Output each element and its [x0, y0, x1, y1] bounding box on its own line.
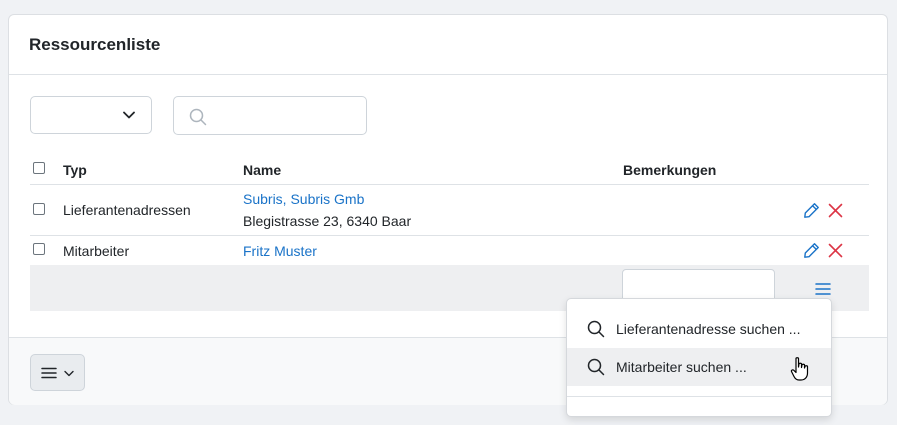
card-header: Ressourcenliste	[9, 15, 887, 75]
column-header-bemerkungen: Bemerkungen	[623, 162, 717, 178]
actions-menu-button[interactable]	[30, 354, 85, 391]
edit-icon[interactable]	[803, 242, 820, 259]
select-all-checkbox[interactable]	[33, 162, 45, 174]
column-header-name: Name	[243, 162, 282, 178]
dropdown-item-label: Lieferantenadresse suchen ...	[616, 321, 801, 337]
search-icon	[587, 320, 605, 338]
chevron-down-icon	[123, 111, 135, 119]
dropdown-item-label: Mitarbeiter suchen ...	[616, 359, 747, 375]
menu-icon	[41, 367, 57, 379]
delete-icon[interactable]	[828, 243, 843, 258]
search-icon	[587, 358, 605, 376]
row-divider	[30, 235, 869, 236]
page-title: Ressourcenliste	[29, 34, 161, 54]
menu-icon[interactable]	[815, 282, 831, 296]
row-checkbox[interactable]	[33, 243, 45, 255]
row-typ: Mitarbeiter	[63, 243, 130, 259]
row-typ: Lieferantenadressen	[63, 202, 191, 218]
hand-cursor-icon	[790, 357, 809, 381]
column-header-typ: Typ	[63, 162, 87, 178]
row-name-link[interactable]: Fritz Muster	[243, 243, 317, 259]
dropdown-item-lieferantenadresse[interactable]: Lieferantenadresse suchen ...	[567, 310, 831, 348]
search-field[interactable]	[173, 96, 367, 135]
header-divider	[30, 184, 869, 185]
row-checkbox[interactable]	[33, 203, 45, 215]
search-input[interactable]	[214, 103, 358, 129]
search-icon	[189, 108, 207, 126]
dropdown-divider	[567, 396, 831, 397]
type-filter-select[interactable]	[30, 96, 152, 134]
row-address: Blegistrasse 23, 6340 Baar	[243, 213, 412, 229]
edit-icon[interactable]	[803, 202, 820, 219]
row-name-link[interactable]: Subris, Subris Gmb	[243, 191, 364, 207]
delete-icon[interactable]	[828, 203, 843, 218]
chevron-down-icon	[64, 370, 74, 377]
